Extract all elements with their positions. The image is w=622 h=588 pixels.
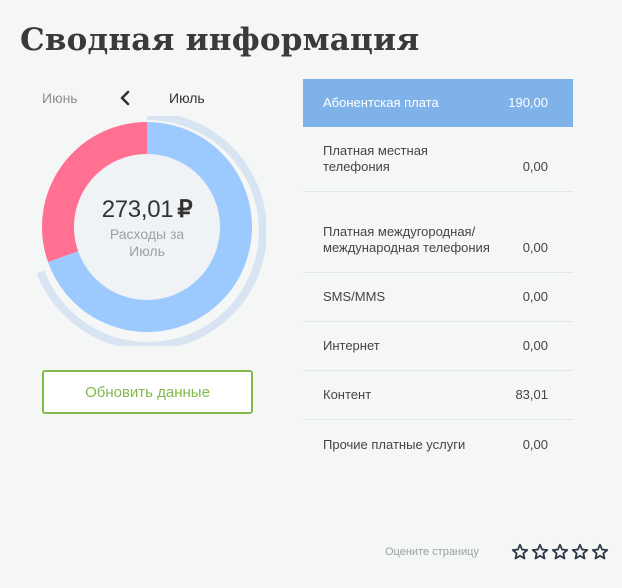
service-name: Абонентская плата bbox=[323, 95, 439, 110]
month-prev-link[interactable]: Июнь bbox=[42, 90, 78, 106]
service-name: SMS/MMS bbox=[323, 289, 386, 304]
service-value: 0,00 bbox=[522, 436, 548, 452]
star-icon[interactable] bbox=[511, 543, 529, 561]
service-row-local[interactable]: Платная местная телефония 0,00 bbox=[303, 127, 573, 192]
service-name: Платная междугородная/ международная тел… bbox=[323, 224, 490, 255]
service-row-internet[interactable]: Интернет 0,00 bbox=[303, 322, 573, 371]
service-value: 190,00 bbox=[508, 95, 548, 110]
total-amount: 273,01 ₽ bbox=[102, 195, 193, 224]
service-row-subscription[interactable]: Абонентская плата 190,00 bbox=[303, 79, 573, 127]
chevron-left-icon[interactable] bbox=[117, 88, 133, 108]
star-icon[interactable] bbox=[571, 543, 589, 561]
month-nav: Июнь Июль bbox=[42, 88, 208, 110]
service-value: 83,01 bbox=[515, 387, 548, 402]
service-row-sms[interactable]: SMS/MMS 0,00 bbox=[303, 273, 573, 322]
donut-center: 273,01 ₽ Расходы за Июль bbox=[36, 116, 258, 338]
rating-stars bbox=[511, 543, 609, 561]
service-name: Платная местная телефония bbox=[323, 143, 428, 174]
service-row-long-distance[interactable]: Платная междугородная/ международная тел… bbox=[303, 192, 573, 273]
service-value: 0,00 bbox=[522, 289, 548, 304]
ruble-sign: ₽ bbox=[177, 195, 193, 223]
service-value: 0,00 bbox=[522, 338, 548, 353]
service-row-content[interactable]: Контент 83,01 bbox=[303, 371, 573, 420]
star-icon[interactable] bbox=[551, 543, 569, 561]
month-current: Июль bbox=[169, 90, 205, 106]
services-list: Абонентская плата 190,00 Платная местная… bbox=[303, 79, 573, 469]
service-name: Интернет bbox=[323, 338, 380, 353]
service-value: 0,00 bbox=[522, 159, 548, 174]
rate-page-label: Оцените страницу bbox=[385, 546, 479, 558]
total-value: 273,01 bbox=[101, 195, 174, 223]
star-icon[interactable] bbox=[531, 543, 549, 561]
service-name: Прочие платные услуги bbox=[323, 436, 466, 452]
refresh-button[interactable]: Обновить данные bbox=[42, 370, 253, 414]
star-icon[interactable] bbox=[591, 543, 609, 561]
service-name: Контент bbox=[323, 387, 372, 402]
service-value: 0,00 bbox=[522, 240, 548, 255]
page-title: Сводная информация bbox=[20, 22, 420, 58]
service-row-other[interactable]: Прочие платные услуги 0,00 bbox=[303, 420, 573, 469]
total-caption: Расходы за Июль bbox=[109, 225, 185, 259]
